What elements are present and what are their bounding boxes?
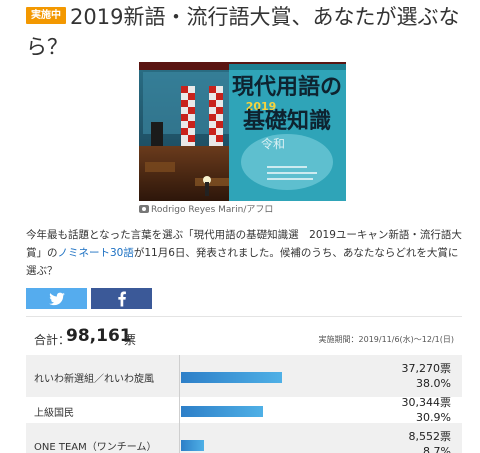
facebook-share-button[interactable] <box>91 288 152 309</box>
poll-period: 実施期間：2019/11/6(水)〜12/1(日) <box>318 335 454 344</box>
status-badge: 実施中 <box>26 7 66 24</box>
poll-title: 実施中 2019新語・流行語大賞、あなたが選ぶなら？ <box>26 2 466 62</box>
result-row[interactable]: ONE TEAM（ワンチーム） 8,552票 8.7% <box>26 423 462 453</box>
row-separator <box>179 423 180 453</box>
result-votes: 30,344票 <box>401 396 452 409</box>
total-unit: 票 <box>124 333 137 347</box>
result-votes: 8,552票 <box>408 430 452 443</box>
twitter-bird-icon <box>48 292 65 305</box>
poll-title-text: 2019新語・流行語大賞、あなたが選ぶなら？ <box>26 5 460 59</box>
section-divider <box>26 316 462 317</box>
result-bar <box>181 406 263 417</box>
result-percent: 8.7% <box>423 445 451 453</box>
facebook-f-icon <box>117 291 126 306</box>
poster-title-line1: 現代用語の <box>232 74 342 100</box>
result-bar <box>181 372 282 383</box>
twitter-share-button[interactable] <box>26 288 87 309</box>
photo-credit-text: Rodrigo Reyes Marin/アフロ <box>151 205 274 215</box>
article-description: 今年最も話題となった言葉を選ぶ「現代用語の基礎知識選 2019ユーキャン新語・流… <box>26 226 464 280</box>
nominees-link[interactable]: ノミネート30語 <box>58 247 134 259</box>
total-votes: 98,161 <box>66 326 132 346</box>
result-votes: 37,270票 <box>401 362 452 375</box>
camera-icon <box>139 205 149 213</box>
article-photo: 現代用語の 2019 基礎知識 令和 <box>139 62 346 201</box>
poster-title-line2: 基礎知識 <box>243 108 331 134</box>
poll-header: 実施中 2019新語・流行語大賞、あなたが選ぶなら？ <box>26 2 466 62</box>
total-label: 合計： <box>34 333 71 347</box>
result-label: ONE TEAM（ワンチーム） <box>34 442 157 453</box>
award-stage-image: 現代用語の 2019 基礎知識 令和 <box>139 62 346 201</box>
svg-text:令和: 令和 <box>261 136 285 151</box>
result-bar <box>181 440 204 451</box>
result-label: れいわ新選組／れいわ旋風 <box>34 374 154 385</box>
photo-credit: Rodrigo Reyes Marin/アフロ <box>139 204 273 216</box>
result-label: 上級国民 <box>34 408 74 419</box>
